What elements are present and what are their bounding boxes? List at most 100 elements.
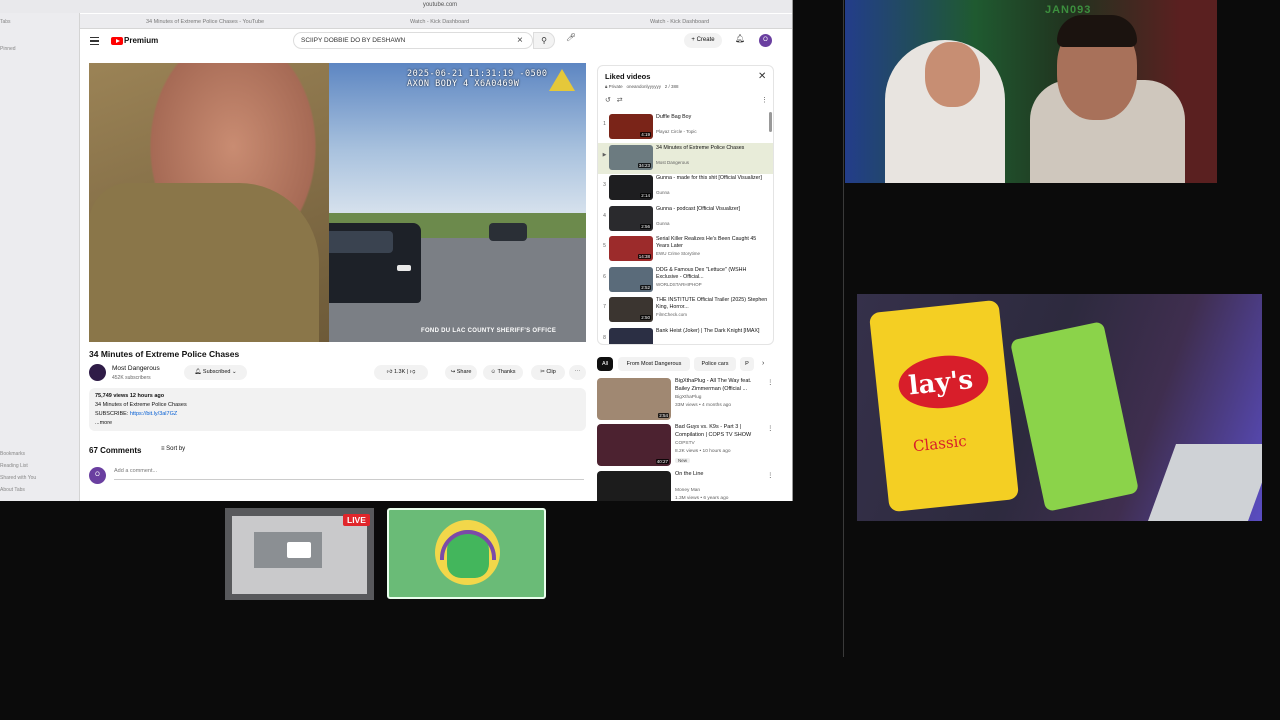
- search-input[interactable]: SCIIPY DOBBIE DO BY DESHAWN ×: [293, 32, 533, 49]
- clip-button[interactable]: ✂ Clip: [531, 365, 565, 380]
- playlist-item-channel: Gunna: [656, 220, 670, 226]
- video-player[interactable]: 2025-06-21 11:31:19 -0500 AXON BODY 4 X6…: [89, 63, 586, 342]
- description-box[interactable]: 75,749 views 12 hours ago 34 Minutes of …: [89, 388, 586, 431]
- playlist-owner[interactable]: oneandonlyyyyyy: [626, 84, 661, 89]
- recommendation-channel[interactable]: Money Man: [675, 488, 700, 493]
- description-more[interactable]: ...more: [95, 420, 112, 426]
- recommendation-item[interactable]: On the Line Money Man 1.3M views • 6 years…: [597, 471, 777, 501]
- playlist-item[interactable]: 7 2:50 THE INSTITUTE Official Trailer (202…: [598, 295, 773, 326]
- loop-icon[interactable]: ↺: [605, 97, 611, 104]
- playlist-item-thumbnail[interactable]: 2:56: [609, 205, 653, 231]
- search-icon[interactable]: ⚲: [533, 32, 555, 49]
- playlist-item-thumbnail[interactable]: 14:38: [609, 236, 653, 261]
- menu-icon[interactable]: [90, 37, 99, 45]
- recommendation-title[interactable]: BigXthaPlug - All The Way feat. Bailey Z…: [675, 378, 767, 393]
- playlist-item-title[interactable]: Duffle Bag Boy: [656, 114, 768, 121]
- thanks-button[interactable]: ☺ Thanks: [483, 365, 523, 380]
- playlist-item[interactable]: 6 2:52 DDG & Famous Dex "Lettuce" (WSHH Ex…: [598, 265, 773, 296]
- close-icon[interactable]: ✕: [758, 71, 766, 82]
- bell-icon[interactable]: 🔔︎: [735, 34, 745, 43]
- playlist-item-thumbnail[interactable]: 2:52: [609, 266, 653, 292]
- playlist-item[interactable]: 8 Bank Heist (Joker) | The Dark Knight [I…: [598, 326, 773, 344]
- playlist-item[interactable]: 4 2:56 Gunna - podcast [Official Visualize…: [598, 204, 773, 235]
- more-icon[interactable]: ⋮: [767, 471, 774, 479]
- playlist-item-thumbnail[interactable]: 2:14: [609, 175, 653, 200]
- sidebar-item-tabs[interactable]: Tabs: [0, 19, 11, 25]
- tab-youtube[interactable]: 34 Minutes of Extreme Police Chases - Yo…: [136, 16, 306, 28]
- tab-kick-2[interactable]: Watch - Kick Dashboard: [640, 16, 790, 28]
- playlist-item-thumbnail[interactable]: 4:19: [609, 114, 653, 139]
- playlist-item-duration: 2:50: [640, 315, 651, 320]
- comments-count: 67 Comments: [89, 446, 142, 455]
- playlist-item-number: 5: [603, 243, 606, 249]
- playlist-item-thumbnail[interactable]: 2:50: [609, 297, 653, 322]
- playlist-item-title[interactable]: DDG & Famous Dex "Lettuce" (WSHH Exclusi…: [656, 267, 768, 281]
- playlist-item-title[interactable]: Gunna - podcast [Official Visualizer]: [656, 206, 768, 213]
- playlist-scrollbar[interactable]: [769, 112, 772, 132]
- recommendation-title[interactable]: Bad Guys vs. K9s - Part 3 | Compilation …: [675, 424, 767, 439]
- chip-from-channel[interactable]: From Most Dangerous: [618, 357, 690, 371]
- playlist-item-number: 7: [603, 304, 606, 310]
- recommendation-item[interactable]: 2:54 BigXthaPlug - All The Way feat. Bail…: [597, 378, 777, 422]
- recommendation-duration: 2:54: [658, 413, 669, 418]
- sidebar-item-shared[interactable]: Shared with You: [0, 475, 36, 481]
- playlist-item[interactable]: 3 2:14 Gunna - made for this shit [Officia…: [598, 173, 773, 204]
- more-icon[interactable]: ⋮: [767, 424, 774, 432]
- playlist-title[interactable]: Liked videos: [605, 72, 650, 81]
- playlist-item[interactable]: 1 4:19 Duffle Bag Boy Playaz Circle - Topic: [598, 112, 773, 143]
- address-bar[interactable]: youtube.com: [380, 2, 500, 8]
- recommendation-thumbnail[interactable]: [597, 471, 671, 501]
- youtube-logo-icon[interactable]: [111, 37, 123, 45]
- playlist-item-title[interactable]: Serial Killer Realizes He's Been Caught …: [656, 236, 768, 250]
- sidebar-item-bookmarks[interactable]: Bookmarks: [0, 451, 25, 457]
- playlist-item[interactable]: 5 14:38 Serial Killer Realizes He's Been C…: [598, 234, 773, 265]
- chip-police-cars[interactable]: Police cars: [694, 357, 736, 371]
- chevron-right-icon[interactable]: ›: [762, 360, 764, 367]
- recommendation-item[interactable]: 40:27 Bad Guys vs. K9s - Part 3 | Compila…: [597, 424, 777, 468]
- avatar-camera-tile[interactable]: [387, 508, 546, 599]
- playlist-item-thumbnail[interactable]: 34:23: [609, 144, 653, 170]
- comment-input[interactable]: Add a comment...: [114, 468, 157, 474]
- browser-window: youtube.com Tabs Pinned Bookmarks Readin…: [0, 0, 793, 501]
- youtube-logo-text[interactable]: Premium: [124, 36, 158, 45]
- playlist-item-title[interactable]: Gunna - made for this shit [Official Vis…: [656, 175, 768, 182]
- sort-by-button[interactable]: ≡ Sort by: [161, 446, 185, 452]
- shuffle-icon[interactable]: ⇄: [617, 97, 623, 104]
- like-button[interactable]: 👍︎ 1.3K | 👎︎: [374, 365, 428, 380]
- chip-all[interactable]: All: [597, 357, 613, 371]
- sidebar-item-about[interactable]: About Tabs: [0, 487, 25, 493]
- channel-avatar[interactable]: [89, 364, 106, 381]
- channel-name[interactable]: Most Dangerous: [112, 365, 160, 372]
- playlist-item-title[interactable]: Bank Heist (Joker) | The Dark Knight [IM…: [656, 328, 768, 335]
- share-button[interactable]: ↪ Share: [445, 365, 477, 380]
- tab-kick-1[interactable]: Watch - Kick Dashboard: [400, 16, 560, 28]
- playlist-item-title[interactable]: 34 Minutes of Extreme Police Chases: [656, 145, 768, 152]
- recommendation-channel[interactable]: COPSTV: [675, 441, 695, 446]
- subscribe-link[interactable]: https://bit.ly/3al7GZ: [130, 411, 177, 417]
- avatar[interactable]: O: [759, 34, 772, 47]
- recommendation-title[interactable]: On the Line: [675, 471, 767, 479]
- sidebar-item-pinned[interactable]: Pinned: [0, 46, 16, 52]
- playlist-item[interactable]: ▶ 34:23 34 Minutes of Extreme Police Chase…: [598, 142, 773, 174]
- video-person-coat: [89, 183, 319, 342]
- search-value: SCIIPY DOBBIE DO BY DESHAWN: [301, 37, 406, 44]
- playlist-item-title[interactable]: THE INSTITUTE Official Trailer (2025) St…: [656, 297, 768, 311]
- playlist-item-number: 6: [603, 273, 606, 280]
- recommendation-thumbnail[interactable]: 40:27: [597, 424, 671, 466]
- microphone-icon[interactable]: 🎤︎: [566, 33, 576, 42]
- subscribed-button[interactable]: 🔔︎ Subscribed ⌄: [184, 365, 247, 380]
- playlist-item-thumbnail[interactable]: [609, 327, 653, 344]
- more-icon[interactable]: ⋮: [767, 378, 774, 386]
- share-label: Share: [456, 369, 472, 375]
- sidebar-item-reading-list[interactable]: Reading List: [0, 463, 28, 469]
- chip-more[interactable]: P: [740, 357, 754, 371]
- browser-toolbar: youtube.com: [0, 0, 792, 13]
- recommendation-thumbnail[interactable]: 2:54: [597, 378, 671, 420]
- clear-icon[interactable]: ×: [517, 35, 523, 46]
- more-actions-button[interactable]: ⋯: [569, 365, 586, 380]
- recommendation-channel[interactable]: BigXthaPlug: [675, 395, 701, 400]
- create-button[interactable]: + Create: [684, 33, 722, 48]
- webcam-face-left: [925, 42, 980, 107]
- playlist-more-icon[interactable]: ⋮: [761, 96, 768, 104]
- live-stream-thumbnail[interactable]: LIVE: [225, 508, 374, 600]
